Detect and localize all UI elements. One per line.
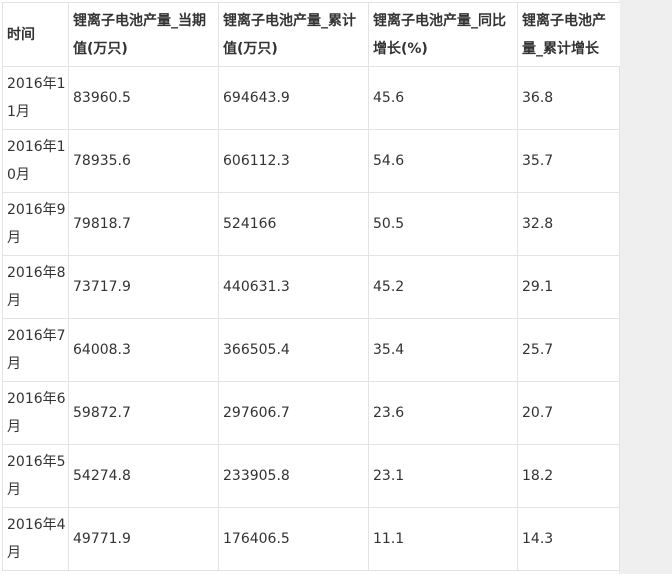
- header-time: 时间: [2, 2, 69, 67]
- cell-cumulative-value: 366505.4: [218, 318, 369, 382]
- header-row: 时间 锂离子电池产量_当期值(万只) 锂离子电池产量_累计值(万只) 锂离子电池…: [2, 2, 620, 67]
- cell-cumulative-growth: 20.7: [517, 381, 620, 445]
- cell-time: 2016年5月: [2, 444, 69, 508]
- cell-cumulative-growth: 35.7: [517, 129, 620, 193]
- cell-cumulative-growth: 29.1: [517, 255, 620, 319]
- cell-time: 2016年11月: [2, 66, 69, 130]
- table-row: 2016年11月 83960.5 694643.9 45.6 36.8: [2, 66, 620, 130]
- cell-current-value: 83960.5: [68, 66, 219, 130]
- cell-cumulative-value: 606112.3: [218, 129, 369, 193]
- cell-time: 2016年4月: [2, 507, 69, 571]
- cell-current-value: 79818.7: [68, 192, 219, 256]
- cell-cumulative-value: 297606.7: [218, 381, 369, 445]
- table-viewport: 时间 锂离子电池产量_当期值(万只) 锂离子电池产量_累计值(万只) 锂离子电池…: [0, 0, 672, 574]
- cell-yoy-growth: 11.1: [368, 507, 518, 571]
- cell-current-value: 49771.9: [68, 507, 219, 571]
- table-row: 2016年7月 64008.3 366505.4 35.4 25.7: [2, 318, 620, 382]
- cell-time: 2016年7月: [2, 318, 69, 382]
- cell-current-value: 54274.8: [68, 444, 219, 508]
- cell-cumulative-growth: 36.8: [517, 66, 620, 130]
- table-body: 2016年11月 83960.5 694643.9 45.6 36.8 2016年10月 7…: [2, 66, 620, 571]
- cell-time: 2016年9月: [2, 192, 69, 256]
- cell-yoy-growth: 45.6: [368, 66, 518, 130]
- cell-cumulative-growth: 18.2: [517, 444, 620, 508]
- table-row: 2016年6月 59872.7 297606.7 23.6 20.7: [2, 381, 620, 445]
- table-row: 2016年4月 49771.9 176406.5 11.1 14.3: [2, 507, 620, 571]
- cell-current-value: 73717.9: [68, 255, 219, 319]
- header-cumulative-value: 锂离子电池产量_累计值(万只): [218, 2, 369, 67]
- cell-cumulative-growth: 32.8: [517, 192, 620, 256]
- cell-yoy-growth: 23.6: [368, 381, 518, 445]
- header-current-value: 锂离子电池产量_当期值(万只): [68, 2, 219, 67]
- cell-time: 2016年10月: [2, 129, 69, 193]
- cell-yoy-growth: 23.1: [368, 444, 518, 508]
- cell-yoy-growth: 54.6: [368, 129, 518, 193]
- cell-time: 2016年8月: [2, 255, 69, 319]
- cell-current-value: 78935.6: [68, 129, 219, 193]
- cell-yoy-growth: 45.2: [368, 255, 518, 319]
- cell-cumulative-growth: 14.3: [517, 507, 620, 571]
- cell-cumulative-growth: 25.7: [517, 318, 620, 382]
- table-row: 2016年5月 54274.8 233905.8 23.1 18.2: [2, 444, 620, 508]
- table-row: 2016年8月 73717.9 440631.3 45.2 29.1: [2, 255, 620, 319]
- cell-cumulative-value: 176406.5: [218, 507, 369, 571]
- cell-cumulative-value: 524166: [218, 192, 369, 256]
- cell-yoy-growth: 50.5: [368, 192, 518, 256]
- table-header: 时间 锂离子电池产量_当期值(万只) 锂离子电池产量_累计值(万只) 锂离子电池…: [2, 2, 620, 67]
- scroll-gutter: [619, 0, 672, 574]
- cell-yoy-growth: 35.4: [368, 318, 518, 382]
- table-row: 2016年9月 79818.7 524166 50.5 32.8: [2, 192, 620, 256]
- data-table: 时间 锂离子电池产量_当期值(万只) 锂离子电池产量_累计值(万只) 锂离子电池…: [2, 2, 620, 571]
- cell-current-value: 64008.3: [68, 318, 219, 382]
- header-cumulative-growth: 锂离子电池产量_累计增长(%): [517, 2, 620, 67]
- header-yoy-growth: 锂离子电池产量_同比增长(%): [368, 2, 518, 67]
- cell-time: 2016年6月: [2, 381, 69, 445]
- cell-current-value: 59872.7: [68, 381, 219, 445]
- cell-cumulative-value: 233905.8: [218, 444, 369, 508]
- cell-cumulative-value: 440631.3: [218, 255, 369, 319]
- table-row: 2016年10月 78935.6 606112.3 54.6 35.7: [2, 129, 620, 193]
- cell-cumulative-value: 694643.9: [218, 66, 369, 130]
